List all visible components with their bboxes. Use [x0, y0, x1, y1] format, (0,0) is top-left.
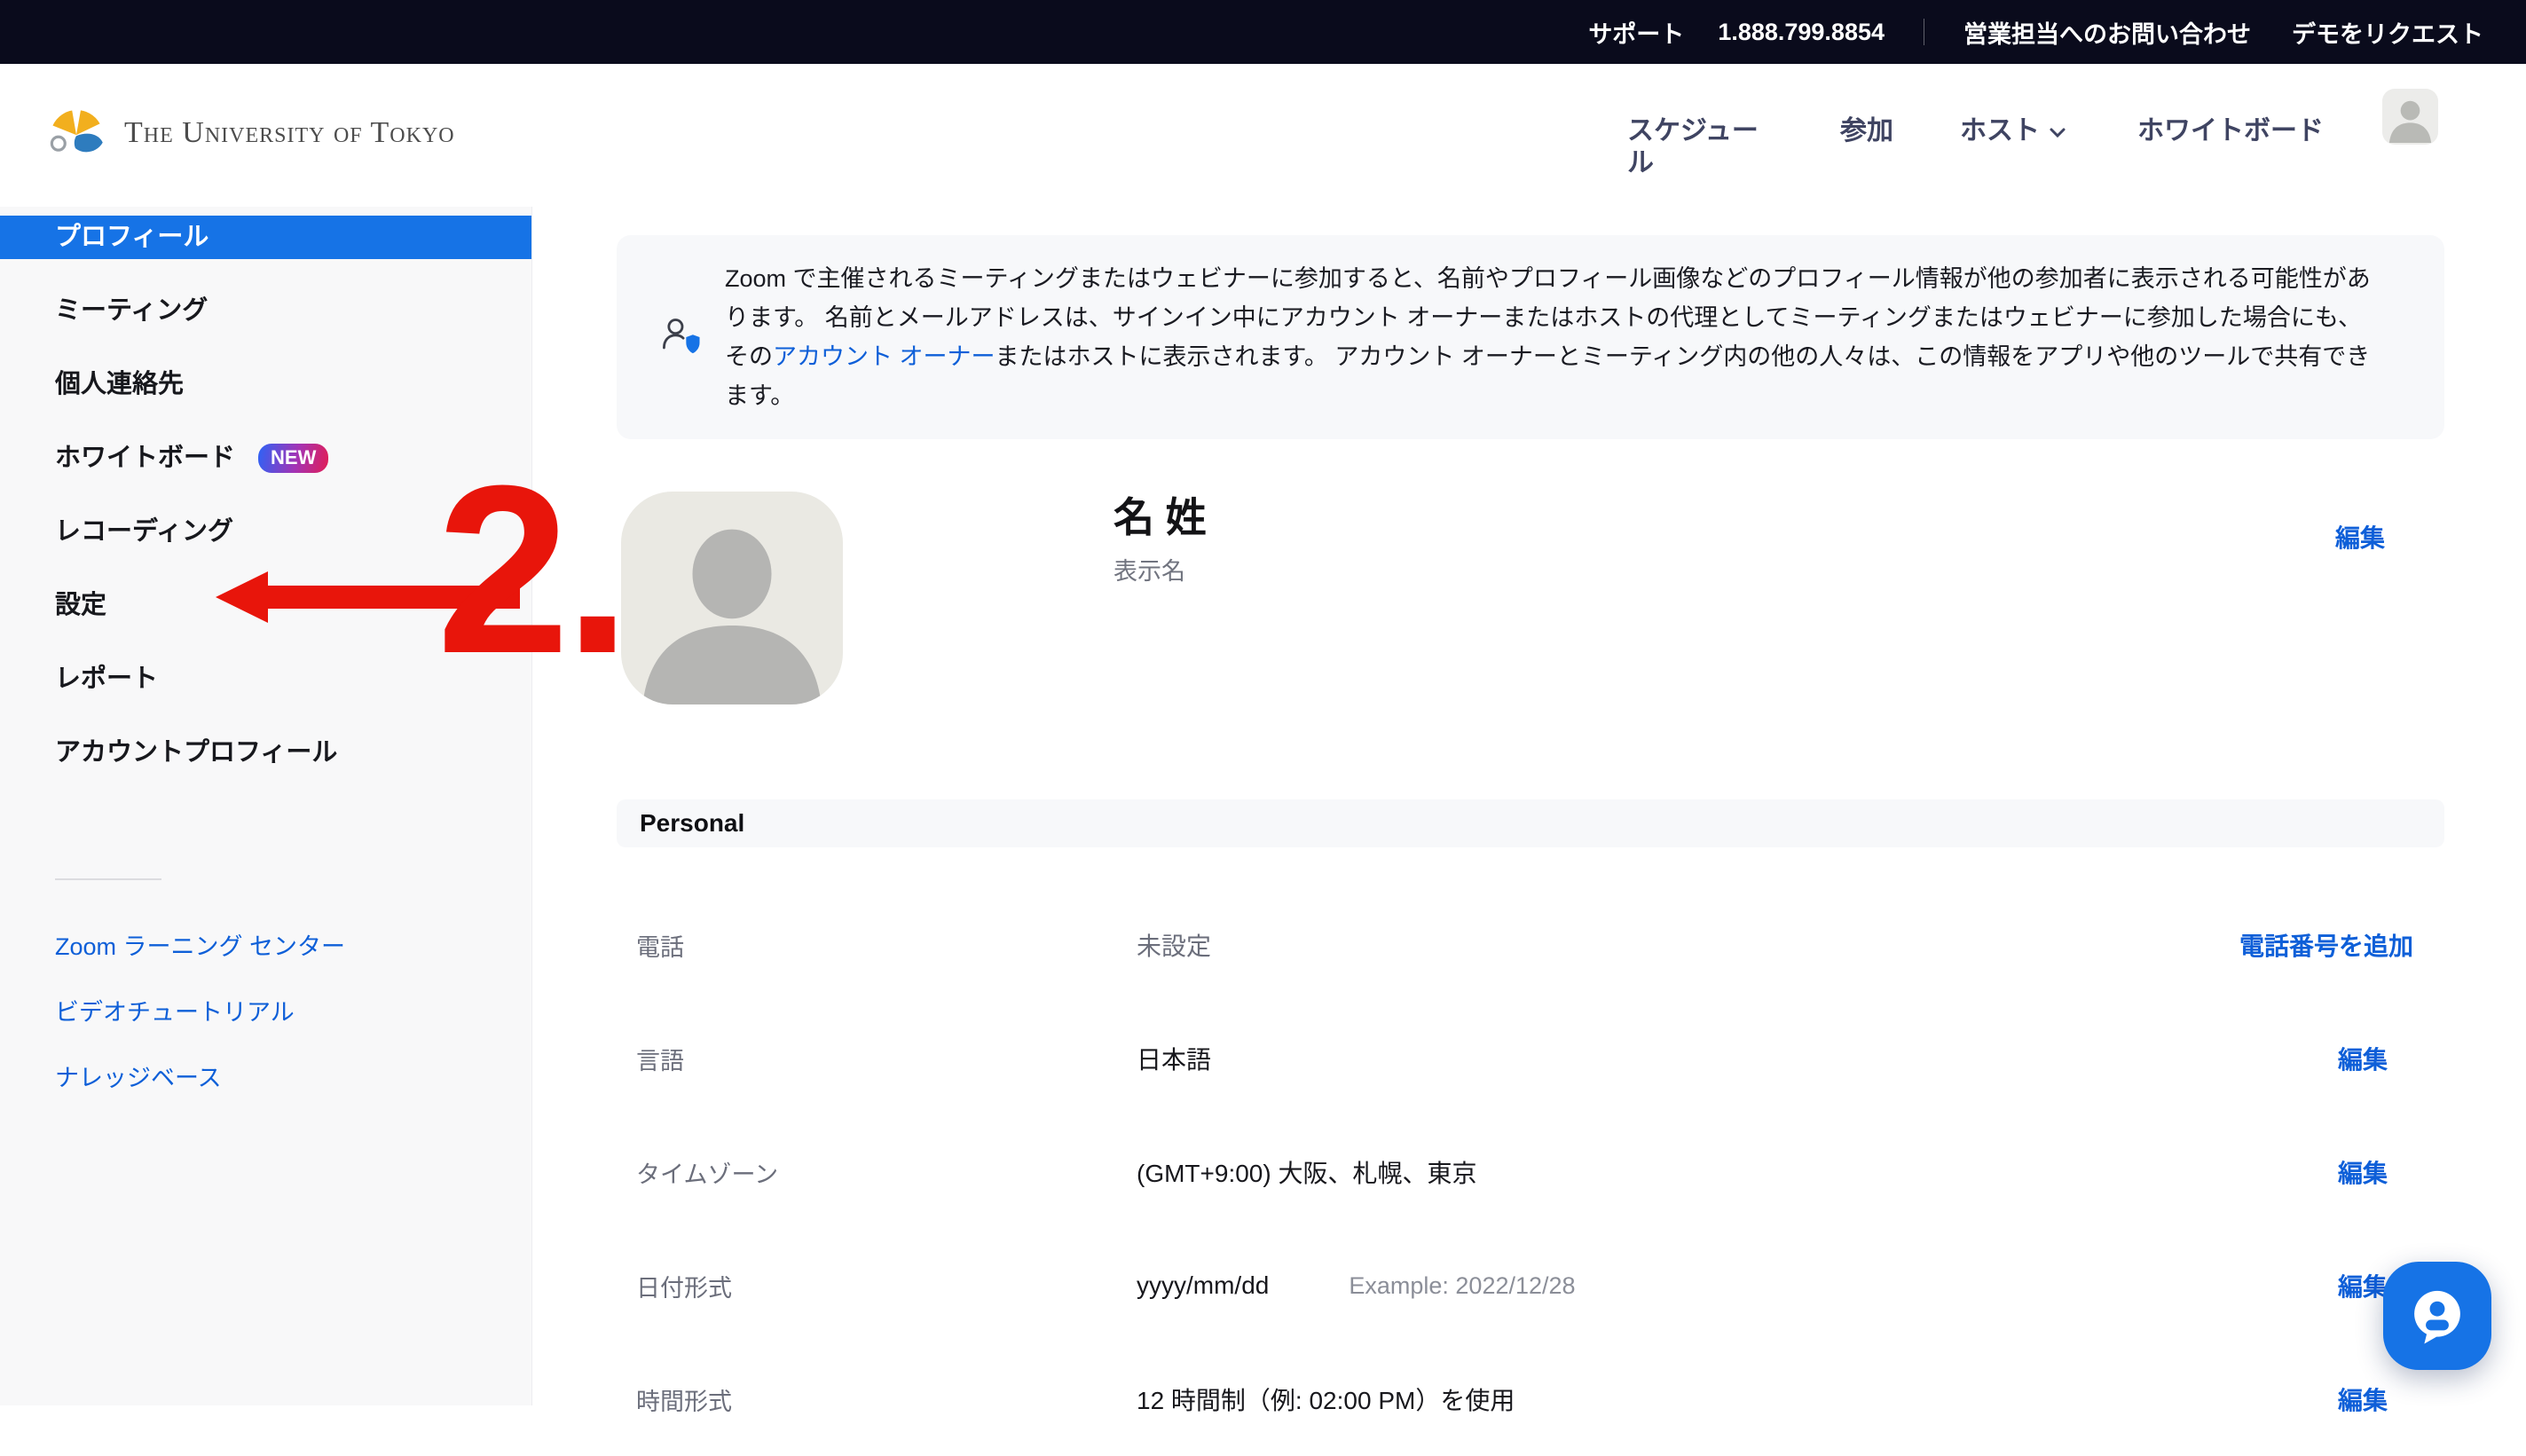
nav-host[interactable]: ホスト: [1960, 115, 2066, 147]
row-value: 12 時間制（例: 02:00 PM）を使用: [1137, 1381, 1515, 1417]
row-label: 言語: [636, 1042, 1137, 1076]
row-value: (GMT+9:00) 大阪、札幌、東京: [1137, 1154, 1476, 1190]
row-label: 日付形式: [636, 1269, 1137, 1303]
personal-rows: 電話 未設定 電話番号を追加 言語 日本語 編集 タイムゾーン (GMT+9:0…: [617, 888, 2444, 1456]
account-owner-link[interactable]: アカウント オーナー: [773, 343, 995, 370]
university-logo-text: The University of Tokyo: [124, 116, 455, 150]
university-logo[interactable]: The University of Tokyo: [46, 103, 455, 163]
sidebar: プロフィール ミーティング 個人連絡先 ホワイトボード NEW レコーディング …: [0, 207, 532, 1405]
profile-display-name: 表示名: [1113, 552, 1185, 586]
edit-date-format-button[interactable]: 編集: [2338, 1273, 2388, 1301]
sidebar-link-knowledge-base[interactable]: ナレッジベース: [0, 1060, 531, 1096]
row-value: 日本語: [1137, 1041, 1211, 1076]
row-label: 電話: [636, 928, 1137, 963]
header-nav: スケジュール 参加 ホスト ホワイトボード: [1627, 64, 2526, 207]
personal-section-header: Personal: [617, 799, 2444, 847]
row-value: 未設定: [1137, 927, 1211, 963]
sidebar-link-learning-center[interactable]: Zoom ラーニング センター: [0, 929, 531, 964]
utokyo-ginkgo-icon: [46, 103, 106, 163]
request-demo-link[interactable]: デモをリクエスト: [2292, 15, 2483, 50]
chevron-down-icon: [2049, 127, 2066, 139]
row-label: タイムゾーン: [636, 1155, 1137, 1190]
sidebar-item-whiteboard[interactable]: ホワイトボード NEW: [0, 437, 531, 480]
support-phone[interactable]: 1.888.799.8854: [1718, 19, 1885, 46]
nav-host-label: ホスト: [1960, 115, 2040, 147]
new-badge: NEW: [258, 444, 328, 473]
table-row-date-format: 日付形式 yyyy/mm/dd Example: 2022/12/28 編集: [617, 1229, 2444, 1342]
sidebar-item-meetings[interactable]: ミーティング: [0, 289, 531, 333]
sidebar-links: Zoom ラーニング センター ビデオチュートリアル ナレッジベース: [0, 929, 531, 1096]
sidebar-divider: [55, 878, 161, 880]
add-phone-number-button[interactable]: 電話番号を追加: [2239, 933, 2413, 960]
row-label: 時間形式: [636, 1382, 1137, 1417]
sidebar-item-recordings[interactable]: レコーディング: [0, 510, 531, 554]
nav-whiteboard[interactable]: ホワイトボード: [2137, 115, 2324, 147]
row-value: yyyy/mm/dd: [1137, 1271, 1269, 1300]
privacy-notice-text: Zoom で主催されるミーティングまたはウェビナーに参加すると、名前やプロフィー…: [725, 259, 2382, 415]
edit-timezone-button[interactable]: 編集: [2338, 1160, 2388, 1187]
edit-name-button[interactable]: 編集: [2335, 519, 2385, 555]
help-chat-button[interactable]: [2383, 1262, 2491, 1370]
top-utility-bar: サポート 1.888.799.8854 営業担当へのお問い合わせ デモをリクエス…: [0, 0, 2526, 64]
chat-bubble-person-icon: [2405, 1284, 2469, 1348]
nav-schedule[interactable]: スケジュール: [1627, 115, 1778, 179]
zoom-profile-page: { "topbar": { "support": "サポート", "phone"…: [0, 0, 2526, 1405]
profile-avatar-icon: [621, 492, 843, 704]
user-avatar-icon: [2382, 89, 2438, 145]
sidebar-item-contacts[interactable]: 個人連絡先: [0, 363, 531, 406]
sidebar-item-reports[interactable]: レポート: [0, 657, 531, 701]
profile-name: 名 姓: [1113, 485, 1207, 544]
header-avatar[interactable]: [2382, 89, 2438, 145]
edit-time-format-button[interactable]: 編集: [2338, 1387, 2388, 1414]
contact-sales-link[interactable]: 営業担当へのお問い合わせ: [1963, 15, 2251, 50]
profile-avatar[interactable]: [621, 492, 843, 704]
sidebar-item-whiteboard-label: ホワイトボード: [55, 437, 235, 480]
person-shield-icon: [659, 314, 705, 360]
privacy-notice: Zoom で主催されるミーティングまたはウェビナーに参加すると、名前やプロフィー…: [617, 235, 2444, 439]
sidebar-item-settings[interactable]: 設定: [0, 584, 531, 627]
table-row-language: 言語 日本語 編集: [617, 1002, 2444, 1115]
date-format-example: Example: 2022/12/28: [1349, 1272, 1575, 1300]
edit-language-button[interactable]: 編集: [2338, 1046, 2388, 1074]
header: The University of Tokyo スケジュール 参加 ホスト ホワ…: [0, 64, 2526, 207]
sidebar-item-account-profile[interactable]: アカウントプロフィール: [0, 731, 531, 775]
sidebar-item-profile[interactable]: プロフィール: [0, 216, 531, 259]
nav-join[interactable]: 参加: [1840, 115, 1893, 147]
support-link[interactable]: サポート: [1588, 15, 1684, 50]
sidebar-link-video-tutorials[interactable]: ビデオチュートリアル: [0, 995, 531, 1030]
table-row-time-format: 時間形式 12 時間制（例: 02:00 PM）を使用 編集: [617, 1342, 2444, 1456]
table-row-phone: 電話 未設定 電話番号を追加: [617, 888, 2444, 1002]
table-row-timezone: タイムゾーン (GMT+9:00) 大阪、札幌、東京 編集: [617, 1115, 2444, 1229]
